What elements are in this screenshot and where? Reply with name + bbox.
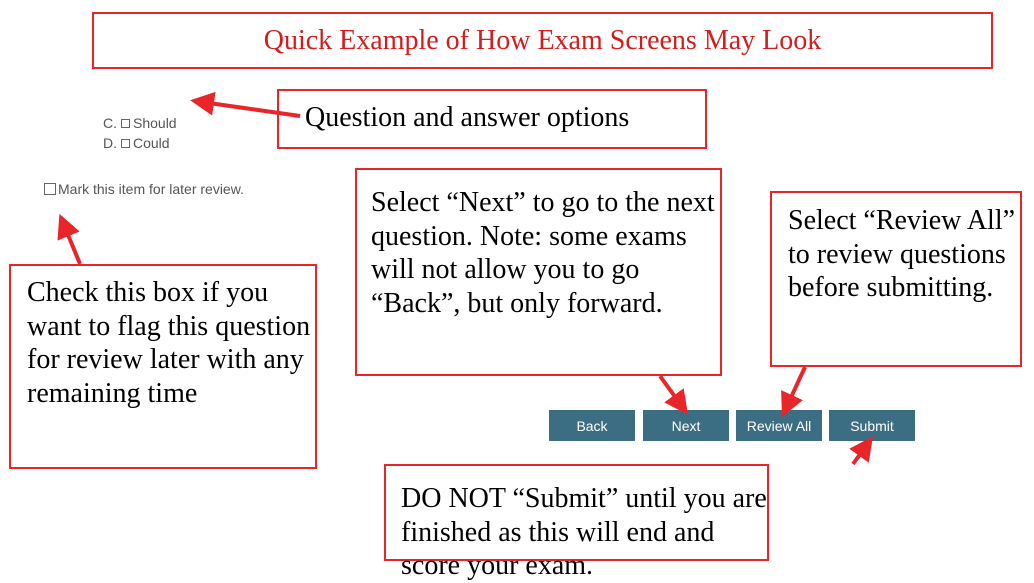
arrow-to-mark-checkbox	[57, 213, 82, 265]
arrow-to-submit-button	[849, 436, 874, 466]
arrow-to-review-all-button	[781, 366, 807, 417]
arrow-to-next-button	[658, 374, 689, 415]
arrow-to-question	[190, 91, 301, 118]
annotation-arrows	[57, 91, 874, 466]
